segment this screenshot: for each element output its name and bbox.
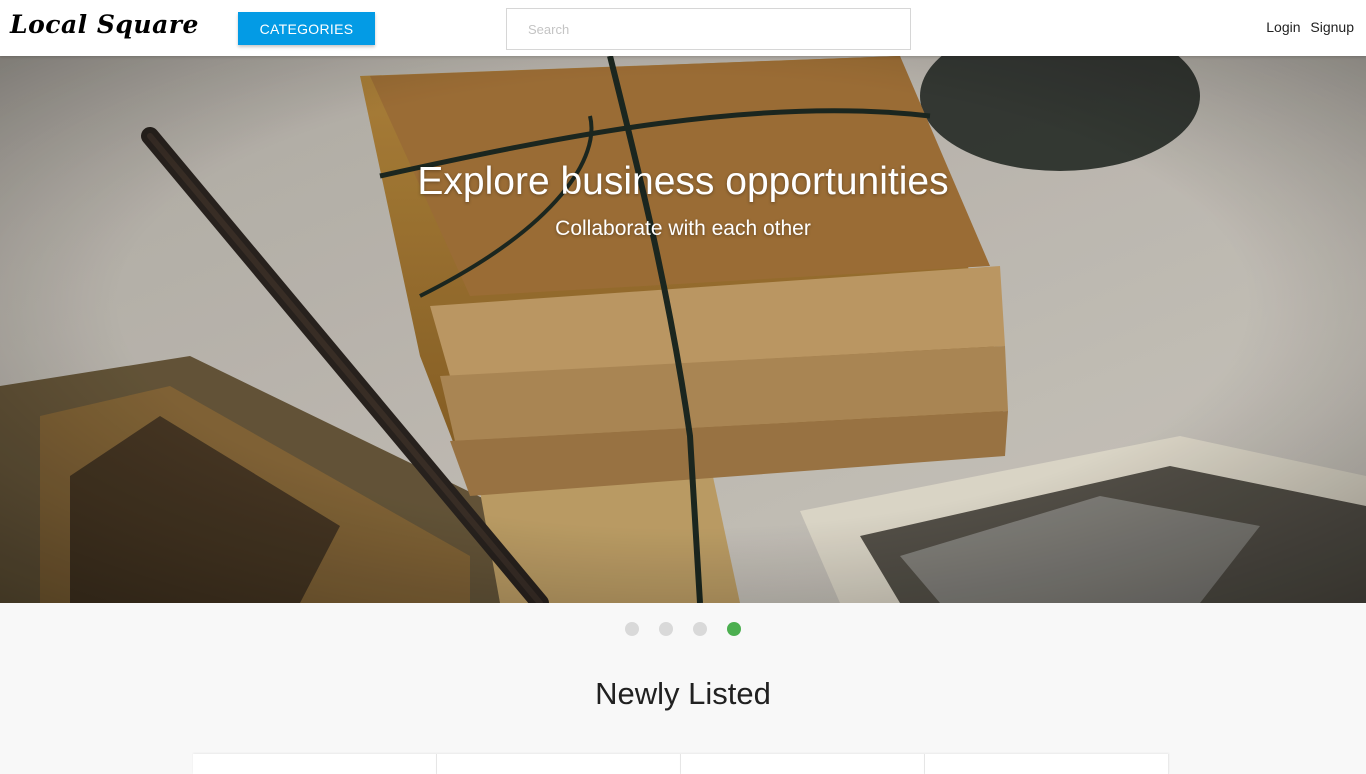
listing-card[interactable] [681,754,925,774]
carousel-indicators [0,622,1366,641]
hero-background-image [0,56,1366,603]
hero-carousel[interactable]: Explore business opportunities Collabora… [0,56,1366,603]
newly-listed-cards [193,754,1170,774]
newly-listed-heading: Newly Listed [595,676,771,711]
hero-subtitle: Collaborate with each other [555,217,811,240]
auth-links: Login Signup [1260,19,1354,35]
listing-card[interactable] [925,754,1169,774]
carousel-dot-4[interactable] [727,622,741,636]
carousel-dot-2[interactable] [659,622,673,636]
categories-button[interactable]: CATEGORIES [238,12,375,45]
site-logo[interactable]: Local Square [10,10,199,39]
carousel-dot-3[interactable] [693,622,707,636]
login-link[interactable]: Login [1266,19,1300,35]
top-navbar: Local Square CATEGORIES Login Signup [0,0,1366,56]
listing-card[interactable] [437,754,681,774]
carousel-dot-1[interactable] [625,622,639,636]
signup-link[interactable]: Signup [1310,19,1354,35]
search-input[interactable] [506,8,911,50]
listing-card[interactable] [193,754,437,774]
hero-title: Explore business opportunities [417,160,949,203]
